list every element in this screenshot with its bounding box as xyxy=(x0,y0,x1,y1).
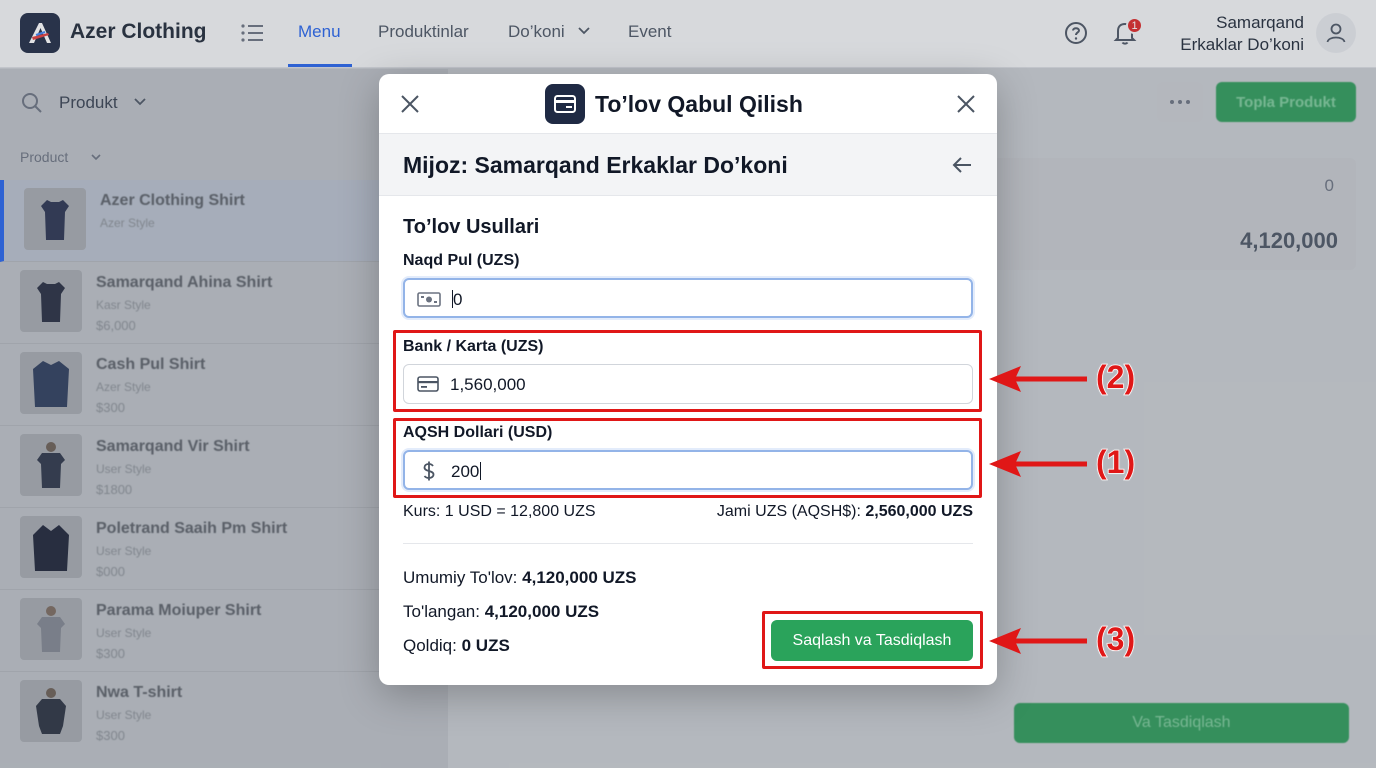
cash-label: Naqd Pul (UZS) xyxy=(403,252,520,269)
arrow-left-icon xyxy=(989,628,1087,654)
back-arrow-icon[interactable] xyxy=(951,155,973,175)
callout-label-3: (3) xyxy=(1095,620,1136,658)
highlight-bank-field xyxy=(393,330,982,412)
callout-label-1: (1) xyxy=(1095,443,1136,481)
divider xyxy=(403,543,973,544)
remaining-amount-value: 0 UZS xyxy=(461,636,510,655)
paid-amount: To'langan: 4,120,000 UZS xyxy=(403,602,600,621)
customer-bar: Mijoz: Samarqand Erkaklar Do’koni xyxy=(379,134,997,196)
cash-value: 0 xyxy=(452,290,463,309)
total-payment: Umumiy To'lov: 4,120,000 UZS xyxy=(403,568,637,587)
highlight-save-button xyxy=(762,611,983,669)
remaining-amount: Qoldiq: 0 UZS xyxy=(403,636,510,655)
payment-methods-title: To’lov Usullari xyxy=(403,216,540,238)
customer-name: Mijoz: Samarqand Erkaklar Do’koni xyxy=(403,152,788,178)
callout-label-2: (2) xyxy=(1095,358,1136,396)
usd-total-value: 2,560,000 UZS xyxy=(865,503,973,520)
total-payment-value: 4,120,000 UZS xyxy=(522,568,637,587)
wallet-icon xyxy=(545,84,585,124)
usd-total-label: Jami UZS (AQSH$): xyxy=(716,503,861,520)
modal-title: To’lov Qabul Qilish xyxy=(595,91,803,117)
arrow-left-icon xyxy=(989,366,1087,392)
cash-icon xyxy=(417,292,441,307)
exchange-rate: Kurs: 1 USD = 12,800 UZS xyxy=(403,503,596,520)
close-icon[interactable] xyxy=(956,94,976,114)
modal-header: To’lov Qabul Qilish xyxy=(379,74,997,134)
close-icon[interactable] xyxy=(400,94,420,114)
usd-total-uzs: Jami UZS (AQSH$): 2,560,000 UZS xyxy=(717,503,973,521)
highlight-usd-field xyxy=(393,418,982,498)
cash-input[interactable]: 0 xyxy=(403,278,973,318)
arrow-left-icon xyxy=(989,451,1087,477)
paid-amount-value: 4,120,000 UZS xyxy=(484,602,600,621)
